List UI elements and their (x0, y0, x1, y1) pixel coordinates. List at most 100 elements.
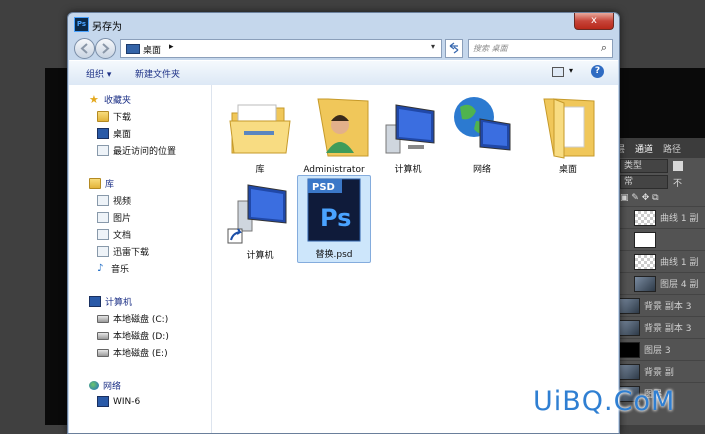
sidebar-item-label: 本地磁盘 (D:) (113, 332, 169, 342)
breadcrumb-arrow-icon[interactable]: ▸ (169, 42, 174, 52)
watermark: UiBQ.CoM (533, 386, 676, 417)
view-dropdown-icon[interactable]: ▾ (569, 66, 573, 75)
back-arrow-icon (80, 43, 88, 54)
sidebar-item-win6[interactable]: WIN-6 (97, 396, 140, 407)
sidebar-libraries[interactable]: 库 (89, 177, 114, 190)
layer-mask-thumbnail (634, 231, 656, 248)
drive-icon (97, 331, 109, 340)
sidebar-item-desktop[interactable]: 桌面 (97, 127, 131, 140)
file-item[interactable]: 桌面 (532, 91, 604, 177)
command-toolbar: 组织 ▾ 新建文件夹 ▾ ? (69, 60, 618, 86)
sidebar-favorites[interactable]: ★ 收藏夹 (89, 93, 131, 106)
tab-channels[interactable]: 通道 (635, 142, 653, 155)
sidebar-item-drive-e[interactable]: 本地磁盘 (E:) (97, 346, 168, 359)
navigation-bar: 桌面 ▸ ▾ ⌕ (68, 35, 619, 59)
sidebar-item-documents[interactable]: 文档 (97, 228, 131, 241)
dialog-content: ★ 收藏夹 下载 桌面 最近访问的位置 库 视频 图片 文档 迅雷下载 ♪ 音乐 计… (69, 85, 618, 433)
file-item[interactable]: Administrator (298, 91, 370, 177)
file-item[interactable]: 计算机 (372, 91, 444, 177)
lock-icons[interactable]: ▣ ✎ ✥ ⧉ (620, 193, 659, 203)
sidebar-item-label: 下载 (113, 113, 132, 123)
layer-row[interactable]: 背景 副本 3 (612, 316, 705, 338)
photoshop-app-icon: Ps (74, 17, 89, 32)
sidebar-computer[interactable]: 计算机 (89, 295, 132, 308)
sidebar-item-pictures[interactable]: 图片 (97, 211, 131, 224)
layer-row[interactable]: 图层 3 (612, 338, 705, 360)
opacity-label: 不 (673, 178, 683, 189)
sidebar-item-downloads[interactable]: 下载 (97, 110, 131, 123)
sidebar-group-label: 收藏夹 (104, 96, 132, 106)
layer-name: 图层 3 (644, 346, 671, 356)
sidebar-item-label: 音乐 (111, 265, 130, 275)
file-name: 网络 (472, 165, 491, 175)
computer-icon (89, 296, 101, 307)
layer-row[interactable]: 曲线 1 副 (612, 206, 705, 228)
desktop-icon (97, 128, 109, 139)
network-icon (454, 97, 511, 151)
file-item[interactable]: 计算机 (224, 177, 296, 263)
forward-arrow-icon (102, 43, 110, 54)
drive-icon (97, 348, 109, 357)
library-icon (89, 178, 101, 189)
sidebar-item-label: 桌面 (113, 130, 132, 140)
sidebar-network[interactable]: 网络 (89, 379, 121, 392)
download-library-icon (97, 246, 109, 257)
sidebar-item-drive-c[interactable]: 本地磁盘 (C:) (97, 312, 168, 325)
image-filter-icon[interactable] (673, 161, 683, 171)
recent-places-icon (97, 145, 109, 156)
refresh-button[interactable] (445, 39, 463, 58)
desktop-icon (126, 44, 140, 54)
lock-row: ▣ ✎ ✥ ⧉ (612, 190, 705, 206)
sidebar-group-label: 网络 (103, 382, 122, 392)
organize-button[interactable]: 组织 ▾ (86, 67, 111, 80)
layer-row[interactable]: 图层 4 副 (612, 272, 705, 294)
dialog-title: 另存为 (92, 22, 122, 33)
layer-row[interactable] (612, 228, 705, 250)
blend-row: 常 不 (612, 174, 705, 190)
address-text: 桌面 (143, 46, 162, 56)
sidebar-item-thunder-downloads[interactable]: 迅雷下载 (97, 245, 149, 258)
drive-icon (97, 314, 109, 323)
save-as-dialog: Ps 另存为 x 桌面 ▸ ▾ ⌕ 组织 ▾ 新建文件夹 ▾ ? (67, 12, 620, 434)
sidebar-item-videos[interactable]: 视频 (97, 194, 131, 207)
layer-name: 图层 4 副 (660, 280, 699, 290)
layer-thumbnail (618, 341, 640, 358)
layer-filter-row: 类型 (612, 158, 705, 174)
network-icon (89, 381, 99, 390)
search-box: ⌕ (468, 39, 613, 58)
blend-mode-select[interactable]: 常 (620, 175, 668, 189)
search-icon[interactable]: ⌕ (601, 41, 607, 55)
file-item[interactable]: 库 (224, 91, 296, 177)
computer-shortcut-icon (227, 184, 287, 244)
sidebar-item-label: 最近访问的位置 (113, 147, 177, 157)
layer-row[interactable]: 背景 副 (612, 360, 705, 382)
sidebar-item-music[interactable]: ♪ 音乐 (97, 262, 130, 276)
address-bar[interactable]: 桌面 ▸ ▾ (120, 39, 442, 58)
close-button[interactable]: x (574, 13, 614, 30)
file-item-selected[interactable]: PSD Ps 替换.psd (297, 175, 371, 263)
sidebar-item-recent[interactable]: 最近访问的位置 (97, 144, 176, 157)
layer-thumbnail (634, 209, 656, 226)
layer-filter-select[interactable]: 类型 (620, 159, 668, 173)
tab-paths[interactable]: 路径 (663, 142, 681, 155)
layer-row[interactable]: 背景 副本 3 (612, 294, 705, 316)
title-bar[interactable]: Ps 另存为 x (68, 13, 619, 35)
file-item[interactable]: 网络 (446, 91, 518, 177)
layer-row[interactable]: 曲线 1 副 (612, 250, 705, 272)
layer-thumbnail (618, 363, 640, 380)
sidebar-item-label: 迅雷下载 (113, 248, 150, 258)
new-folder-button[interactable]: 新建文件夹 (135, 67, 180, 80)
search-input[interactable] (469, 40, 595, 57)
psd-badge-text: PSD (312, 182, 335, 193)
psd-file-icon: PSD Ps (307, 178, 361, 242)
file-name: 桌面 (558, 165, 577, 175)
view-options-icon[interactable] (552, 67, 564, 77)
back-button[interactable] (74, 38, 95, 59)
forward-button[interactable] (95, 38, 116, 59)
layer-thumbnail (634, 275, 656, 292)
file-name: 库 (255, 165, 265, 175)
address-dropdown-icon[interactable]: ▾ (431, 42, 435, 51)
file-name: 替换.psd (315, 250, 353, 260)
help-button[interactable]: ? (591, 65, 604, 78)
sidebar-item-drive-d[interactable]: 本地磁盘 (D:) (97, 329, 169, 342)
